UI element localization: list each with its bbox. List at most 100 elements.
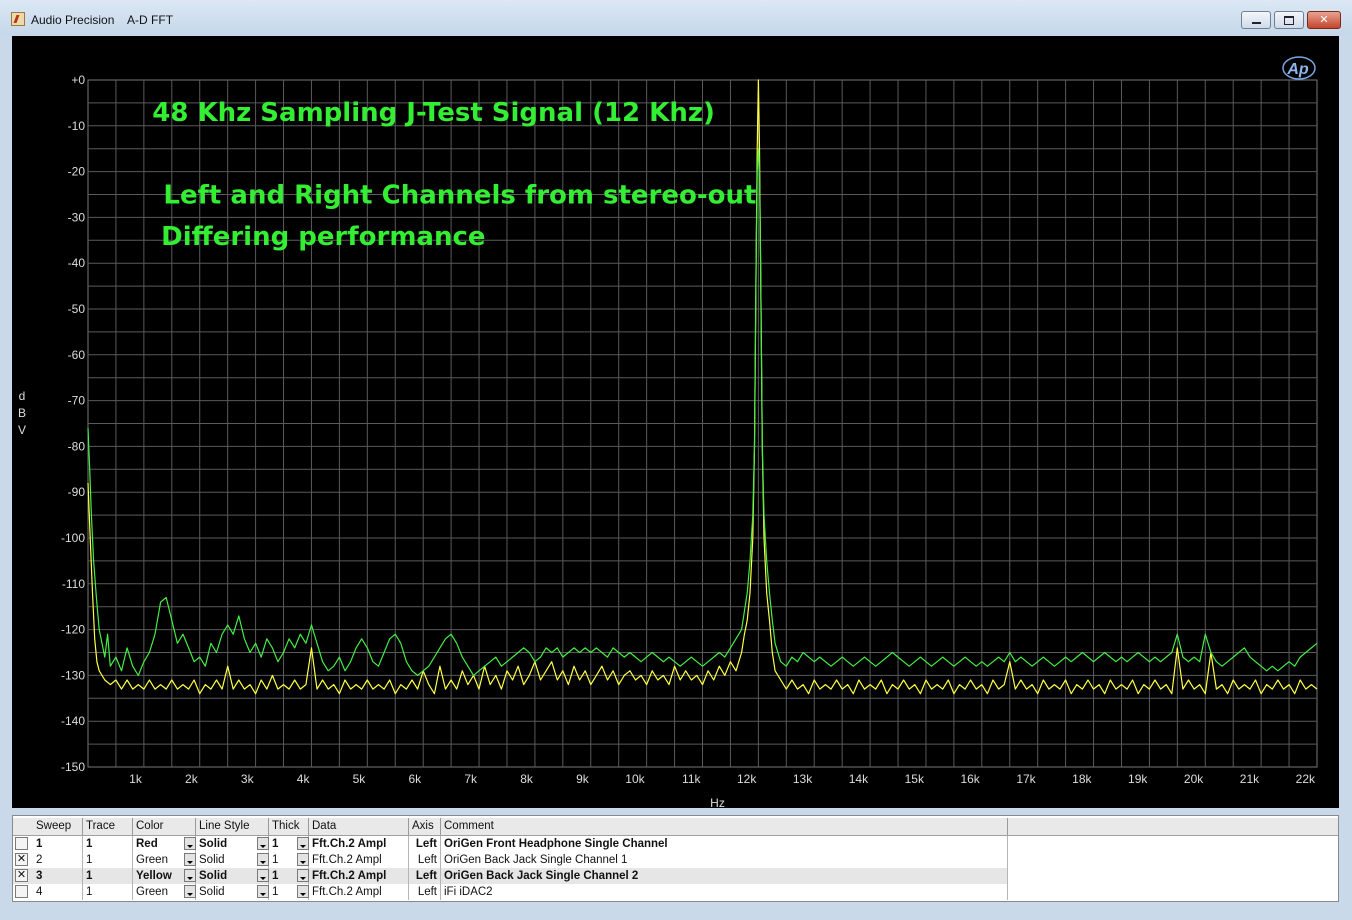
chart-annotation: Left and Right Channels from stereo-out xyxy=(163,181,756,211)
y-tick-label: +0 xyxy=(71,73,85,87)
y-tick-label: -50 xyxy=(68,302,86,316)
x-tick-label: 15k xyxy=(905,772,925,786)
x-tick-label: 20k xyxy=(1184,772,1204,786)
fft-plot-panel: +0 -10 -20 -30 -40 -50 -60 -70 -80 -90 -100 -110 -12… xyxy=(12,36,1339,808)
x-tick-label: 16k xyxy=(960,772,980,786)
chart-annotation: 48 Khz Sampling J-Test Signal (12 Khz) xyxy=(152,98,715,128)
y-tick-label: -140 xyxy=(61,714,85,728)
row-enable-checkbox[interactable] xyxy=(15,837,28,850)
minimize-button[interactable] xyxy=(1241,11,1271,29)
y-tick-label: -30 xyxy=(68,210,86,224)
x-tick-label: 5k xyxy=(353,772,367,786)
color-dropdown-icon[interactable] xyxy=(184,837,196,850)
header-comment[interactable]: Comment xyxy=(441,818,1008,835)
row-trace: 1 xyxy=(83,852,133,868)
y-tick-label: -20 xyxy=(68,165,86,179)
legend-row-3[interactable]: ✕ 3 1 Yellow Solid 1 Fft.Ch.2 Ampl Left … xyxy=(13,868,1008,884)
window-titlebar: Audio Precision A-D FFT ✕ xyxy=(0,0,1352,36)
row-comment[interactable]: iFi iDAC2 xyxy=(441,884,1008,900)
y-tick-label: -80 xyxy=(68,439,86,453)
y-tick-label: -90 xyxy=(68,485,86,499)
row-axis[interactable]: Left xyxy=(409,884,441,900)
header-trace[interactable]: Trace xyxy=(83,818,133,835)
legend-row-1[interactable]: 1 1 Red Solid 1 Fft.Ch.2 Ampl Left OriGe… xyxy=(13,836,1008,852)
thick-dropdown-icon[interactable] xyxy=(297,853,309,866)
row-sweep: 2 xyxy=(33,852,83,868)
row-trace: 1 xyxy=(83,868,133,884)
row-data[interactable]: Fft.Ch.2 Ampl xyxy=(309,852,409,868)
app-logo-icon xyxy=(11,12,25,26)
close-button[interactable]: ✕ xyxy=(1307,11,1341,29)
row-sweep: 4 xyxy=(33,884,83,900)
y-axis-label: V xyxy=(18,423,26,437)
x-tick-label: 8k xyxy=(520,772,534,786)
ap-logo-text: Ap xyxy=(1286,61,1309,78)
thick-dropdown-icon[interactable] xyxy=(297,869,309,882)
row-data[interactable]: Fft.Ch.2 Ampl xyxy=(309,868,409,884)
row-comment[interactable]: OriGen Front Headphone Single Channel xyxy=(441,836,1008,852)
row-axis[interactable]: Left xyxy=(409,852,441,868)
y-tick-label: -110 xyxy=(62,577,85,591)
row-enable-checkbox[interactable] xyxy=(15,885,28,898)
y-tick-label: -10 xyxy=(68,119,86,133)
x-tick-label: 1k xyxy=(129,772,143,786)
y-tick-label: -60 xyxy=(68,348,86,362)
y-tick-label: -120 xyxy=(61,623,85,637)
line-style-dropdown-icon[interactable] xyxy=(257,853,269,866)
y-tick-label: -40 xyxy=(68,256,86,270)
y-axis-label: d xyxy=(19,389,26,403)
x-tick-label: 13k xyxy=(793,772,813,786)
x-tick-label: 10k xyxy=(625,772,645,786)
x-tick-label: 18k xyxy=(1072,772,1092,786)
y-tick-label: -70 xyxy=(68,394,86,408)
x-tick-label: 4k xyxy=(297,772,311,786)
y-tick-label: -100 xyxy=(61,531,85,545)
row-sweep: 3 xyxy=(33,868,83,884)
line-style-dropdown-icon[interactable] xyxy=(257,837,269,850)
row-comment[interactable]: OriGen Back Jack Single Channel 2 xyxy=(441,868,1008,884)
row-data[interactable]: Fft.Ch.2 Ampl xyxy=(309,884,409,900)
header-line-style[interactable]: Line Style xyxy=(196,818,269,835)
y-axis-label: B xyxy=(18,406,26,420)
fft-chart: +0 -10 -20 -30 -40 -50 -60 -70 -80 -90 -100 -110 -12… xyxy=(18,56,1318,808)
maximize-button[interactable] xyxy=(1274,11,1304,29)
x-tick-label: 17k xyxy=(1016,772,1036,786)
header-sweep[interactable]: Sweep xyxy=(33,818,83,835)
row-enable-checkbox[interactable]: ✕ xyxy=(15,853,28,866)
row-comment[interactable]: OriGen Back Jack Single Channel 1 xyxy=(441,852,1008,868)
color-dropdown-icon[interactable] xyxy=(184,869,196,882)
x-tick-label: 6k xyxy=(408,772,422,786)
header-thick[interactable]: Thick xyxy=(269,818,309,835)
y-tick-label: -150 xyxy=(61,760,85,774)
x-tick-label: 2k xyxy=(185,772,199,786)
row-data[interactable]: Fft.Ch.2 Ampl xyxy=(309,836,409,852)
x-tick-label: 11k xyxy=(682,772,701,786)
x-tick-label: 9k xyxy=(576,772,590,786)
row-trace: 1 xyxy=(83,884,133,900)
chart-annotation: Differing performance xyxy=(161,222,485,252)
x-tick-label: 14k xyxy=(849,772,869,786)
line-style-dropdown-icon[interactable] xyxy=(257,869,269,882)
legend-row-4[interactable]: 4 1 Green Solid 1 Fft.Ch.2 Ampl Left iFi… xyxy=(13,884,1008,900)
thick-dropdown-icon[interactable] xyxy=(297,885,309,898)
row-enable-checkbox[interactable]: ✕ xyxy=(15,869,28,882)
legend-header-row: Sweep Trace Color Line Style Thick Data … xyxy=(13,818,1338,836)
y-tick-label: -130 xyxy=(61,668,85,682)
window-title: Audio Precision A-D FFT xyxy=(31,13,174,27)
legend-row-2[interactable]: ✕ 2 1 Green Solid 1 Fft.Ch.2 Ampl Left O… xyxy=(13,852,1008,868)
row-sweep: 1 xyxy=(33,836,83,852)
row-trace: 1 xyxy=(83,836,133,852)
color-dropdown-icon[interactable] xyxy=(184,853,196,866)
x-axis-label: Hz xyxy=(710,796,725,808)
thick-dropdown-icon[interactable] xyxy=(297,837,309,850)
color-dropdown-icon[interactable] xyxy=(184,885,196,898)
header-axis[interactable]: Axis xyxy=(409,818,441,835)
row-axis[interactable]: Left xyxy=(409,836,441,852)
header-data[interactable]: Data xyxy=(309,818,409,835)
row-axis[interactable]: Left xyxy=(409,868,441,884)
header-color[interactable]: Color xyxy=(133,818,196,835)
x-tick-label: 22k xyxy=(1296,772,1316,786)
trace-legend-table: Sweep Trace Color Line Style Thick Data … xyxy=(12,815,1339,902)
x-tick-label: 12k xyxy=(737,772,757,786)
line-style-dropdown-icon[interactable] xyxy=(257,885,269,898)
